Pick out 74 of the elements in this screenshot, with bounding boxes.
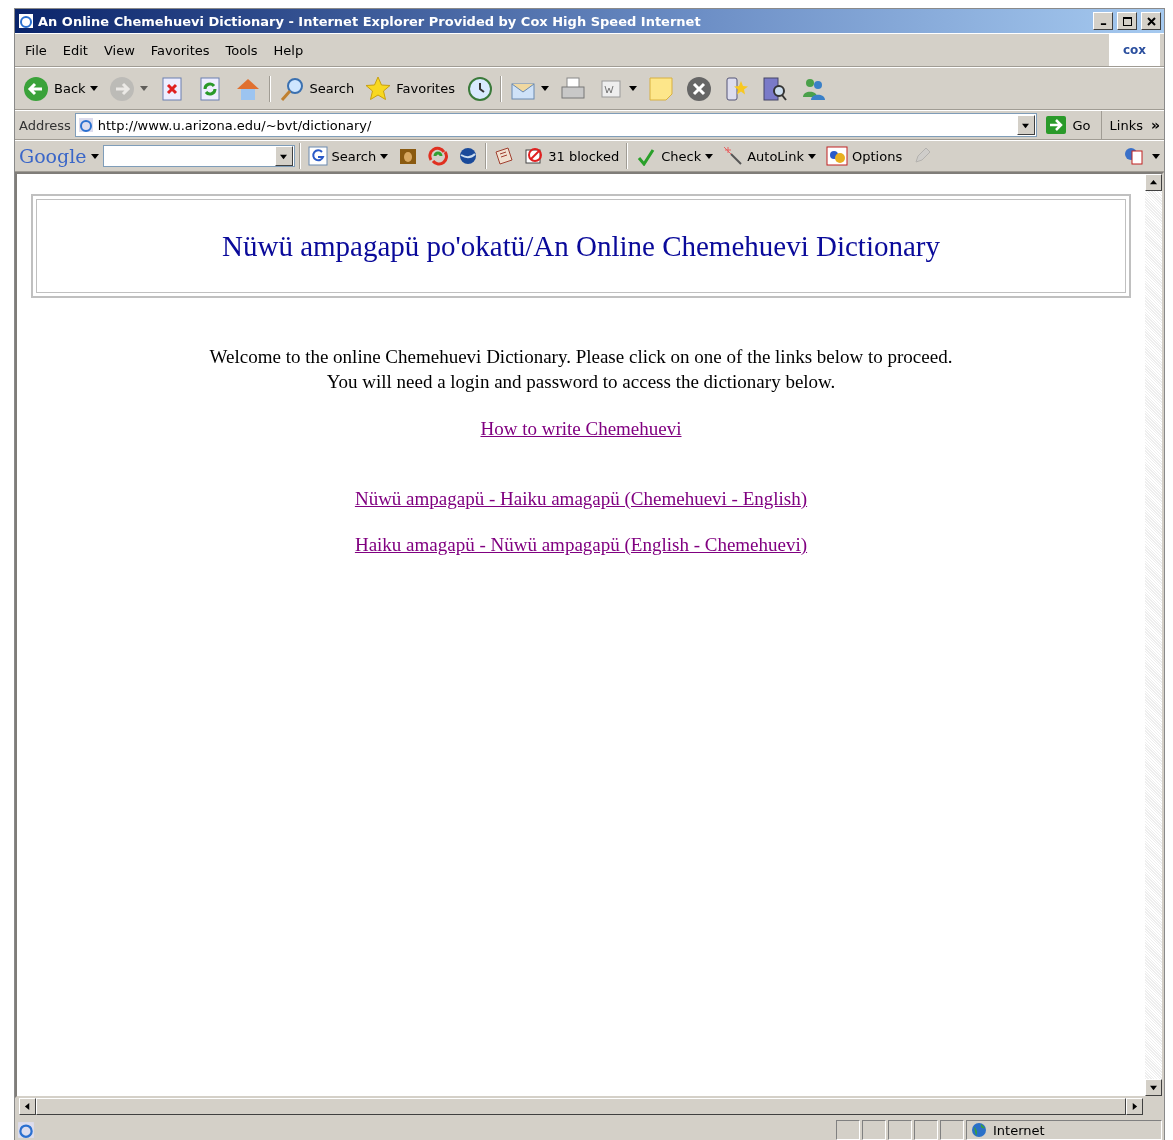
url-text: http://www.u.arizona.edu/~bvt/dictionary/ bbox=[97, 117, 373, 133]
maximize-icon bbox=[1122, 16, 1132, 26]
star-icon bbox=[364, 74, 393, 103]
vertical-scrollbar[interactable] bbox=[1145, 174, 1162, 1096]
links-button[interactable]: Links bbox=[1105, 117, 1147, 133]
menu-item[interactable]: Help bbox=[267, 40, 310, 60]
swirl-icon bbox=[428, 146, 449, 166]
arrow-icon bbox=[1150, 1084, 1157, 1091]
window-title: An Online Chemehuevi Dictionary - Internet Explorer Provided by Cox High Speed Internet bbox=[38, 13, 702, 29]
toolbar-button[interactable]: AutoLink bbox=[720, 144, 819, 168]
menu-item[interactable]: Tools bbox=[219, 40, 264, 60]
dropdown-button[interactable] bbox=[1016, 115, 1035, 135]
toolbar-button[interactable]: Options bbox=[823, 144, 906, 168]
pencil-icon bbox=[912, 146, 933, 166]
close-icon bbox=[1146, 16, 1156, 26]
blocked-popup-icon bbox=[524, 146, 545, 166]
arrow-icon bbox=[1022, 121, 1029, 129]
scroll-right-button[interactable] bbox=[1126, 1098, 1143, 1115]
go-button[interactable]: Go bbox=[1040, 111, 1102, 139]
page-link[interactable]: Haiku amagapü - Nüwü ampagapü (English - Chemehuevi) bbox=[354, 534, 808, 556]
caret-icon bbox=[380, 153, 389, 159]
chevron-button[interactable]: » bbox=[1150, 117, 1160, 133]
minimize-button[interactable] bbox=[1093, 12, 1113, 30]
scroll-left-button[interactable] bbox=[19, 1098, 36, 1115]
intro-text: You will need a login and password to access the dictionary below. bbox=[326, 370, 836, 394]
toolbar-button[interactable]: Back bbox=[19, 72, 101, 105]
sticky-note-icon bbox=[646, 74, 675, 103]
address-label: Address bbox=[19, 117, 71, 133]
caret-icon bbox=[705, 153, 714, 159]
close-circle-icon bbox=[684, 74, 713, 103]
toolbar-button[interactable]: Search bbox=[274, 72, 358, 105]
page-link[interactable]: How to write Chemehuevi bbox=[480, 418, 682, 440]
globe-icon bbox=[458, 146, 479, 166]
arrow-icon bbox=[1131, 1103, 1138, 1110]
search-input[interactable] bbox=[102, 145, 295, 167]
toolbar-button[interactable]: 31 blocked bbox=[521, 144, 623, 168]
magic-wand-icon bbox=[723, 146, 744, 166]
caret-icon bbox=[628, 86, 637, 91]
newspaper-icon bbox=[494, 146, 515, 166]
menu-item[interactable]: View bbox=[97, 40, 141, 60]
brand-logo: cox bbox=[1108, 34, 1160, 66]
page-heading: Nüwü ampagapü po'okatü/An Online Chemehuevi Dictionary bbox=[222, 229, 940, 263]
arrow-icon bbox=[280, 152, 288, 160]
address-field[interactable]: http://www.u.arizona.edu/~bvt/dictionary/ bbox=[74, 113, 1037, 137]
globe-icon bbox=[971, 1122, 987, 1138]
caret-icon bbox=[90, 153, 99, 159]
page-icon bbox=[17, 1121, 35, 1139]
intro-text: Welcome to the online Chemehuevi Dictionary. Please click on one of the links below to proceed. bbox=[209, 345, 953, 369]
menu-item[interactable]: Edit bbox=[56, 40, 94, 60]
toolbar-button[interactable]: Check bbox=[632, 144, 717, 168]
browser-logo-icon bbox=[18, 13, 34, 29]
caret-icon bbox=[139, 86, 148, 91]
menu-item[interactable]: Favorites bbox=[144, 40, 216, 60]
close-button[interactable] bbox=[1141, 12, 1161, 30]
page-icon bbox=[77, 117, 94, 133]
toolbar-button[interactable]: Search bbox=[304, 144, 392, 168]
zone-text: Internet bbox=[993, 1122, 1045, 1138]
arrow-icon bbox=[1150, 179, 1157, 186]
scroll-down-button[interactable] bbox=[1145, 1079, 1162, 1096]
caret-icon bbox=[1152, 153, 1160, 159]
caret-icon bbox=[808, 153, 816, 159]
caret-icon bbox=[540, 86, 549, 91]
scroll-up-button[interactable] bbox=[1145, 174, 1162, 191]
toolbar-button[interactable]: Favorites bbox=[361, 72, 458, 105]
options-icon bbox=[826, 146, 848, 166]
arrow-icon bbox=[24, 1103, 31, 1110]
book-magnifier-icon bbox=[760, 74, 789, 103]
portrait-frame-icon bbox=[398, 146, 419, 166]
menu-item[interactable]: File bbox=[19, 40, 53, 60]
page-link[interactable]: Nüwü ampagapü - Haiku amagapü (Chemehuevi - English) bbox=[354, 488, 808, 510]
g-search-icon bbox=[307, 146, 328, 166]
dropdown-button[interactable] bbox=[274, 146, 293, 166]
maximize-button[interactable] bbox=[1117, 12, 1137, 30]
caret-icon bbox=[89, 86, 98, 91]
